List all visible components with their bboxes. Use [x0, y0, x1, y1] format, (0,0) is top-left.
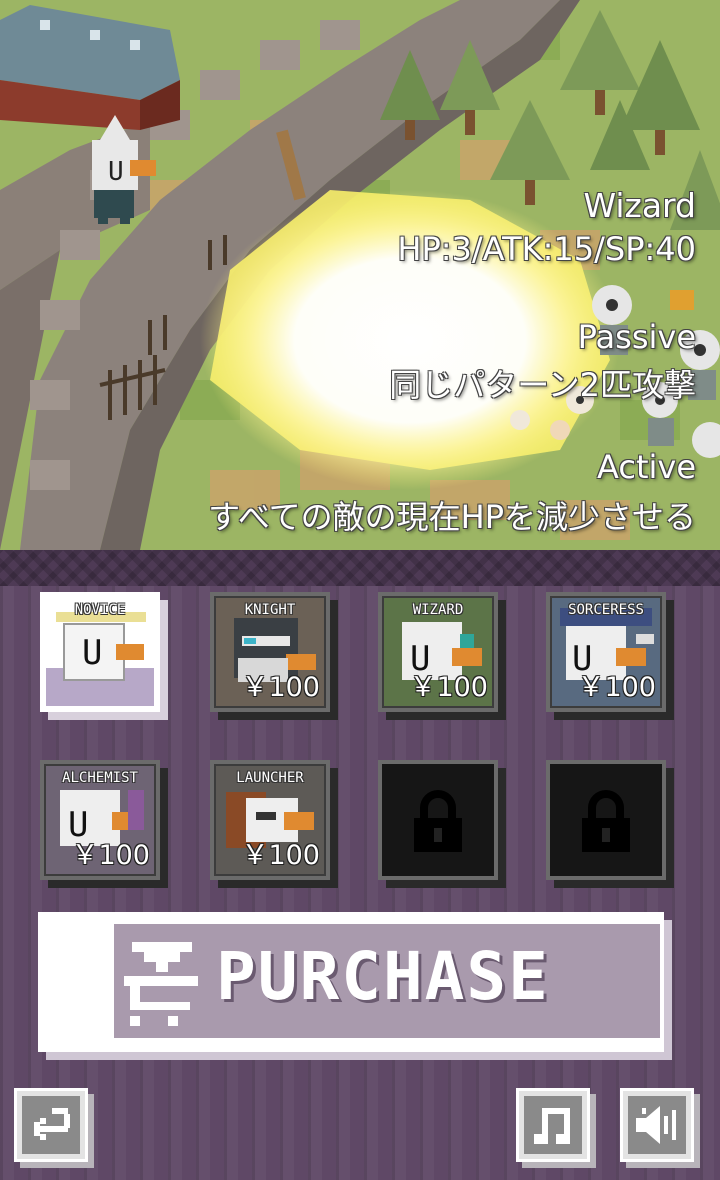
character-slot-knight[interactable]: KNIGHT ￥100 — [210, 592, 330, 712]
character-slot-wizard[interactable]: U WIZARD ￥100 — [378, 592, 498, 712]
character-name: WIZARD — [412, 602, 464, 618]
character-name: NOVICE — [74, 602, 126, 618]
active-description: すべての敵の現在HPを減少させる — [208, 498, 696, 536]
svg-text:U: U — [82, 633, 102, 673]
character-slot-sorceress[interactable]: U SORCERESS ￥100 — [546, 592, 666, 712]
shop-panel: U NOVICE KNIGHT ￥100 U WIZARD ￥100 U SOR… — [0, 550, 720, 1180]
character-price: ￥100 — [577, 672, 656, 703]
character-slot-locked-2[interactable] — [546, 760, 666, 880]
character-name: SORCERESS — [568, 602, 644, 618]
sound-toggle-button[interactable] — [620, 1088, 694, 1162]
character-slot-novice[interactable]: U NOVICE — [40, 592, 160, 712]
purchase-button-face: PURCHASE — [114, 924, 660, 1038]
character-slot-launcher[interactable]: LAUNCHER ￥100 — [210, 760, 330, 880]
character-name: ALCHEMIST — [62, 770, 138, 786]
svg-text:U: U — [108, 157, 124, 187]
back-arrow-icon — [34, 1108, 70, 1140]
character-price: ￥100 — [241, 672, 320, 703]
purchase-button[interactable]: PURCHASE — [38, 912, 664, 1052]
cart-icon — [122, 938, 206, 1030]
lock-icon — [410, 790, 466, 858]
character-name: LAUNCHER — [236, 770, 304, 786]
passive-description: 同じパターン2匹攻撃 — [389, 366, 696, 404]
hero-name: Wizard — [583, 186, 696, 225]
music-note-icon — [534, 1108, 570, 1144]
character-price: ￥100 — [71, 840, 150, 871]
passive-label: Passive — [577, 318, 696, 356]
back-button[interactable] — [14, 1088, 88, 1162]
game-screen: U Wizard HP:3/ATK:15/SP:40 Passive 同じパター… — [0, 0, 720, 1180]
character-price: ￥100 — [409, 672, 488, 703]
lock-icon — [578, 790, 634, 858]
purchase-label: PURCHASE — [216, 938, 550, 1015]
battle-scene: U Wizard HP:3/ATK:15/SP:40 Passive 同じパター… — [0, 0, 720, 550]
speaker-icon — [636, 1106, 676, 1144]
character-slot-locked-1[interactable] — [378, 760, 498, 880]
music-toggle-button[interactable] — [516, 1088, 590, 1162]
active-label: Active — [597, 448, 696, 486]
panel-border — [0, 550, 720, 586]
character-price: ￥100 — [241, 840, 320, 871]
hero-stats: HP:3/ATK:15/SP:40 — [397, 230, 696, 268]
character-name: KNIGHT — [244, 602, 296, 618]
character-slot-alchemist[interactable]: U ALCHEMIST ￥100 — [40, 760, 160, 880]
